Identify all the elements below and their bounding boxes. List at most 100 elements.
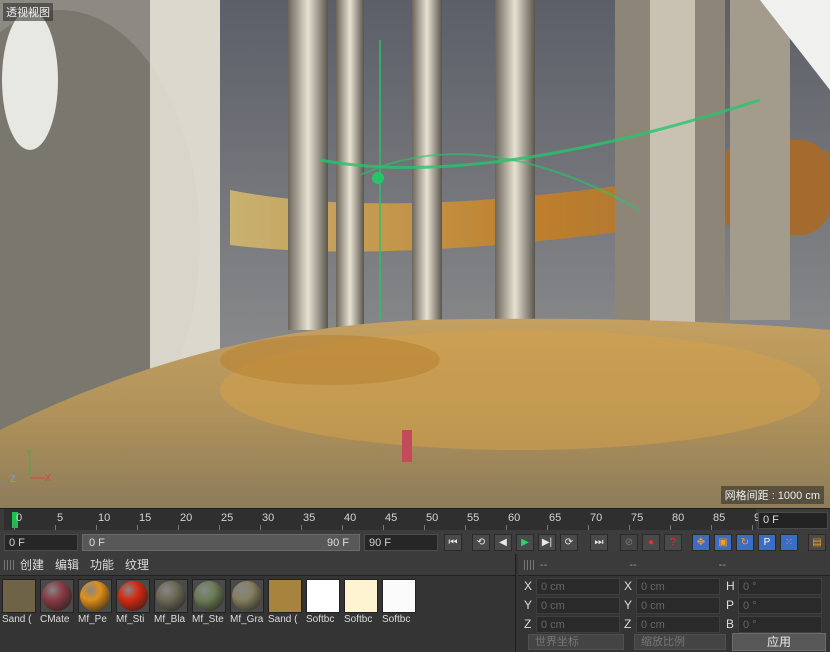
material-menu-item[interactable]: 编辑 [55, 556, 79, 573]
timeline[interactable]: 051015202530354045505560657075808590 0 F [0, 508, 830, 531]
timeline-tick-label: 35 [303, 512, 316, 524]
timeline-tick-label: 85 [713, 512, 726, 524]
material-preview-swatch [40, 579, 74, 613]
go-to-end-button[interactable]: ⏭ [590, 534, 608, 551]
next-key-button[interactable]: ⟳ [560, 534, 578, 551]
timeline-tick-label: 25 [221, 512, 234, 524]
material-name: Softbc [306, 614, 335, 625]
material-thumbnail[interactable]: Sand ( [2, 579, 38, 625]
apply-button[interactable]: 应用 [732, 633, 826, 651]
material-thumbnail[interactable]: Mf_Ste [192, 579, 228, 625]
current-frame-field[interactable]: 0 F [758, 512, 828, 529]
timeline-tick-label: 80 [672, 512, 685, 524]
material-preview-swatch [116, 579, 150, 613]
material-thumbnail[interactable]: Mf_Pe [78, 579, 114, 625]
material-thumbnail[interactable]: Sand ( [268, 579, 304, 625]
material-name: Softbc [344, 614, 373, 625]
coordinate-value-field[interactable]: 0 cm [536, 597, 620, 614]
coordinate-value-field[interactable]: 0 cm [536, 578, 620, 595]
coordinate-value-field[interactable]: 0 ° [738, 578, 822, 595]
material-preview-swatch [268, 579, 302, 613]
axis-label: Z [524, 617, 532, 631]
axis-label: Y [624, 598, 633, 612]
panel-grip-icon[interactable] [524, 559, 534, 570]
move-key-icon[interactable]: ✥ [692, 534, 710, 551]
material-thumbnail[interactable]: Softbc [344, 579, 380, 625]
coordinate-manager: -- -- -- X0 cm X 0 cm H 0 ° Y 0 cm Y 0 cm P 0 ° Z 0 cm… [518, 554, 830, 652]
coordinate-row: Y0 cm Y 0 cm P 0 ° [522, 597, 828, 615]
material-menu-item[interactable]: 创建 [20, 556, 44, 573]
material-name: Mf_Bla [154, 614, 186, 625]
range-start-label: 0 F [89, 537, 105, 549]
auto-key-button[interactable]: ? [664, 534, 682, 551]
next-frame-button[interactable]: ▶| [538, 534, 556, 551]
coordinate-value-field[interactable]: 0 cm [636, 616, 720, 633]
perspective-viewport[interactable]: 透视视图 Y X Z 网格间距 : 1000 cm [0, 0, 830, 508]
axis-y-label: Y [26, 448, 33, 458]
material-thumbnail[interactable]: CMate [40, 579, 76, 625]
coordinate-value-field[interactable]: 0 ° [738, 616, 822, 633]
coordinate-value-field[interactable]: 0 cm [636, 597, 720, 614]
timeline-tick-label: 65 [549, 512, 562, 524]
axis-label: X [624, 579, 633, 593]
rotate-key-icon[interactable]: ↻ [736, 534, 754, 551]
material-preview-swatch [154, 579, 188, 613]
material-menu-item[interactable]: 纹理 [125, 556, 149, 573]
timeline-tick-label: 0 [16, 512, 23, 524]
axis-label: Z [624, 617, 632, 631]
grid-spacing-label: 网格间距 : 1000 cm [720, 486, 824, 504]
material-thumbnail[interactable]: Softbc [382, 579, 418, 625]
coordinate-column-header: -- [629, 558, 637, 571]
timeline-window-icon[interactable]: ▤ [808, 534, 826, 551]
scene-render [0, 0, 830, 508]
transport-bar: 0 F 0 F 90 F 90 F ⏮ ⟲ ◀ ▶ ▶| ⟳ ⏭ ⊘ ● ? ✥ ▣ ↻ P… [0, 530, 830, 554]
material-menu-item[interactable]: 功能 [90, 556, 114, 573]
parameter-key-icon[interactable]: P [758, 534, 776, 551]
coordinate-system-dropdown[interactable]: 世界坐标 [528, 634, 624, 650]
frame-range-slider[interactable]: 0 F 90 F [82, 534, 360, 551]
timeline-tick-label: 45 [385, 512, 398, 524]
material-preview-swatch [306, 579, 340, 613]
material-thumbnail[interactable]: Mf_Gra [230, 579, 266, 625]
coordinate-column-header: -- [718, 558, 726, 571]
coordinate-value-field[interactable]: 0 cm [636, 578, 720, 595]
timeline-tick-label: 55 [467, 512, 480, 524]
axis-label: B [726, 617, 735, 631]
coordinate-value-field[interactable]: 0 cm [536, 616, 620, 633]
record-button[interactable]: ● [642, 534, 660, 551]
previous-key-button[interactable]: ⟲ [472, 534, 490, 551]
material-preview-swatch [382, 579, 416, 613]
axis-x-label: X [45, 473, 52, 483]
material-name: CMate [40, 614, 70, 625]
material-thumbnail[interactable]: Softbc [306, 579, 342, 625]
record-disabled-icon: ⊘ [620, 534, 638, 551]
panel-grip-icon[interactable] [4, 559, 14, 570]
scale-key-icon[interactable]: ▣ [714, 534, 732, 551]
axis-z-label: Z [10, 474, 16, 484]
previous-frame-button[interactable]: ◀ [494, 534, 512, 551]
timeline-tick-label: 5 [57, 512, 64, 524]
axis-label: P [726, 598, 735, 612]
timeline-tick-label: 75 [631, 512, 644, 524]
material-preview-swatch [344, 579, 378, 613]
end-frame-field[interactable]: 90 F [364, 534, 438, 551]
go-to-start-button[interactable]: ⏮ [444, 534, 462, 551]
timeline-tick-label: 40 [344, 512, 357, 524]
material-thumbnail[interactable]: Mf_Bla [154, 579, 190, 625]
material-name: Sand ( [2, 614, 32, 625]
coordinate-value-field[interactable]: 0 ° [738, 597, 822, 614]
point-level-icon[interactable]: ⁙ [780, 534, 798, 551]
material-name: Softbc [382, 614, 411, 625]
timeline-tick-label: 70 [590, 512, 603, 524]
timeline-ruler[interactable]: 051015202530354045505560657075808590 [4, 509, 766, 531]
timeline-tick-label: 60 [508, 512, 521, 524]
axis-label: X [524, 579, 533, 593]
play-button[interactable]: ▶ [516, 534, 534, 551]
material-name: Sand ( [268, 614, 298, 625]
scale-mode-dropdown[interactable]: 缩放比例 [634, 634, 726, 650]
axis-label: Y [524, 598, 533, 612]
material-preview-swatch [2, 579, 36, 613]
material-thumbnail[interactable]: Mf_Sti [116, 579, 152, 625]
material-preview-swatch [192, 579, 226, 613]
start-frame-field[interactable]: 0 F [4, 534, 78, 551]
